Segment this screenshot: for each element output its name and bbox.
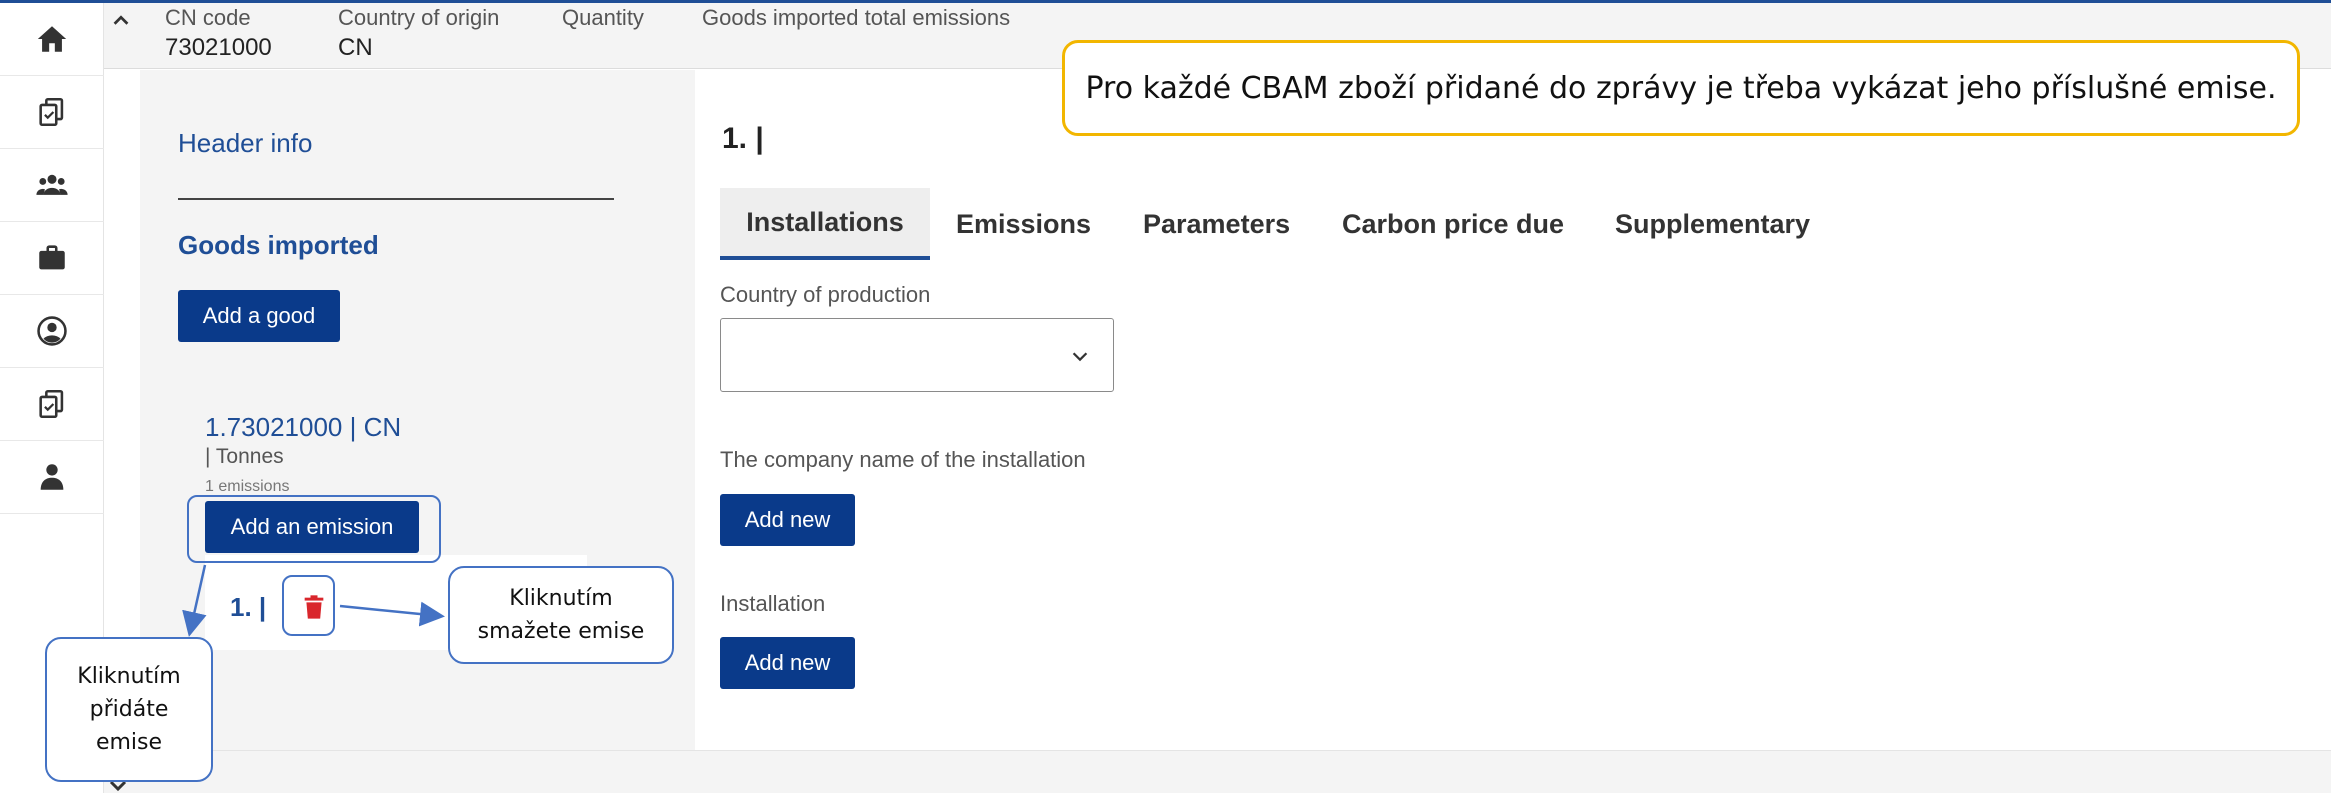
tab-supplementary[interactable]: Supplementary [1615, 188, 1810, 260]
cn-code-value: 73021000 [165, 34, 272, 61]
footer-strip [104, 750, 2331, 793]
users-icon[interactable] [0, 149, 104, 222]
tab-installations[interactable]: Installations [720, 188, 930, 260]
annotation-add-note: Kliknutím přidáte emise [45, 637, 213, 782]
add-good-button[interactable]: Add a good [178, 290, 340, 342]
chevron-down-icon [1072, 352, 1088, 362]
header-country-of-origin: Country of origin CN [338, 5, 500, 61]
header-cn-code: CN code 73021000 [165, 5, 272, 61]
documents-icon[interactable] [0, 76, 104, 149]
header-info-link[interactable]: Header info [178, 128, 312, 159]
add-company-name-button[interactable]: Add new [720, 494, 855, 546]
annotation-delete-note: Kliknutím smažete emise [448, 566, 674, 664]
tab-emissions[interactable]: Emissions [956, 188, 1091, 260]
add-installation-button[interactable]: Add new [720, 637, 855, 689]
chevron-up-icon[interactable] [110, 10, 132, 32]
annotation-highlight-delete [282, 575, 335, 636]
good-item-link[interactable]: 1.73021000 | CN [205, 412, 401, 443]
goods-imported-title: Goods imported [178, 230, 379, 260]
country-of-production-select[interactable] [720, 318, 1114, 392]
account-circle-icon[interactable] [0, 295, 104, 368]
person-icon[interactable] [0, 441, 104, 514]
home-icon[interactable] [0, 3, 104, 76]
country-of-origin-value: CN [338, 34, 373, 61]
good-unit: | Tonnes [205, 445, 284, 468]
country-of-production-label: Country of production [720, 282, 931, 307]
tab-parameters[interactable]: Parameters [1143, 188, 1290, 260]
documents-icon[interactable] [0, 368, 104, 441]
tab-carbon-price-due[interactable]: Carbon price due [1342, 188, 1564, 260]
annotation-top-note: Pro každé CBAM zboží přidané do zprávy j… [1062, 40, 2300, 136]
company-name-label: The company name of the installation [720, 447, 1086, 472]
installation-label: Installation [720, 591, 826, 616]
emissions-count: 1 emissions [205, 478, 290, 495]
header-quantity: Quantity [562, 5, 644, 30]
annotation-highlight-add-emission [187, 495, 441, 563]
briefcase-icon[interactable] [0, 222, 104, 295]
section-divider [178, 198, 614, 200]
emission-title: 1. | [722, 122, 764, 155]
main-form-panel [695, 70, 2331, 750]
emission-item-link[interactable]: 1. | [230, 592, 266, 623]
header-total-emissions: Goods imported total emissions [702, 5, 1011, 30]
